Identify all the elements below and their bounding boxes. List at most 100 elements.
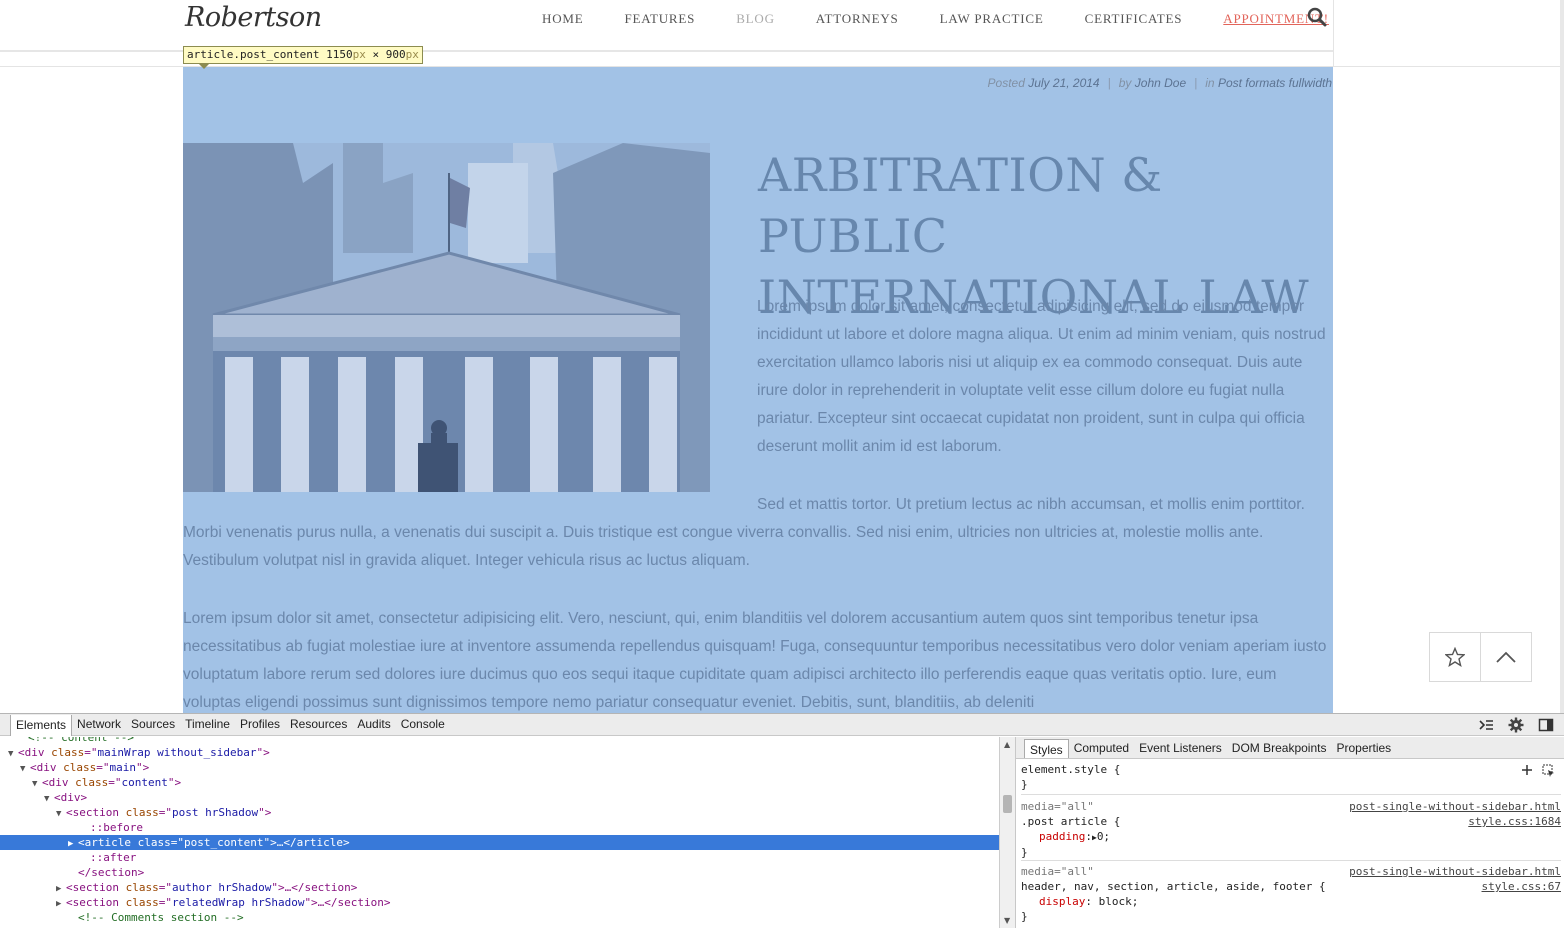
tab-dom-breakpoints[interactable]: DOM Breakpoints xyxy=(1227,737,1332,758)
rule-source-link[interactable]: style.css:1684 xyxy=(1468,814,1561,829)
nav-law-practice[interactable]: LAW PRACTICE xyxy=(940,11,1044,27)
dom-token: class xyxy=(125,881,159,894)
dom-node[interactable]: ▼ <div class="mainWrap without_sidebar"> xyxy=(0,745,999,760)
dom-token: post_content xyxy=(183,836,264,849)
dom-node[interactable]: ▼ <div class="content"> xyxy=(0,775,999,790)
nav-home[interactable]: HOME xyxy=(542,11,583,27)
tab-sources[interactable]: Sources xyxy=(126,714,180,736)
rule-selector[interactable]: element.style { xyxy=(1021,762,1561,777)
tab-resources[interactable]: Resources xyxy=(285,714,352,736)
rule-property[interactable]: display xyxy=(1021,895,1085,908)
rule-source-link[interactable]: style.css:67 xyxy=(1482,879,1561,894)
post-meta: Posted July 21, 2014 | by John Doe | in Post… xyxy=(988,76,1332,90)
rule-value[interactable]: block; xyxy=(1099,895,1139,908)
dom-token: ">…</section> xyxy=(271,881,358,894)
tab-profiles[interactable]: Profiles xyxy=(235,714,285,736)
post-article-highlighted[interactable]: Posted July 21, 2014 | by John Doe | in Post… xyxy=(183,67,1333,713)
site-logo[interactable]: Robertson xyxy=(185,2,322,33)
rule-source-link[interactable]: post-single-without-sidebar.html xyxy=(1349,799,1561,814)
dom-token: =" xyxy=(158,896,172,909)
dom-token: class xyxy=(137,836,171,849)
nav-certificates[interactable]: CERTIFICATES xyxy=(1085,11,1183,27)
dom-token: post hrShadow xyxy=(171,806,259,819)
tab-properties[interactable]: Properties xyxy=(1331,737,1396,758)
tab-event-listeners[interactable]: Event Listeners xyxy=(1134,737,1227,758)
dom-node[interactable]: ::after xyxy=(0,850,999,865)
tab-computed[interactable]: Computed xyxy=(1069,737,1134,758)
dom-node[interactable]: </section> xyxy=(0,865,999,880)
dom-node[interactable]: ▼ <section class="post hrShadow"> xyxy=(0,805,999,820)
nav-blog[interactable]: BLOG xyxy=(736,11,775,27)
post-paragraph: Sed et mattis tortor. Ut pretium lectus … xyxy=(183,496,1305,569)
scroll-up-arrow[interactable]: ▲ xyxy=(1004,740,1010,749)
dock-side-icon[interactable] xyxy=(1538,717,1554,733)
rule-value[interactable]: 0; xyxy=(1097,830,1110,843)
dom-node[interactable]: ▼ <div> xyxy=(0,790,999,805)
post-image-building xyxy=(183,143,710,492)
dom-token: "> xyxy=(136,761,150,774)
search-icon[interactable] xyxy=(1307,7,1327,27)
rule-property[interactable]: padding xyxy=(1021,830,1085,843)
dom-token: "> xyxy=(258,806,272,819)
console-drawer-icon[interactable] xyxy=(1478,717,1494,733)
meta-separator: | xyxy=(1194,76,1198,90)
dom-token: =" xyxy=(108,776,122,789)
style-rule-element: element.style { } xyxy=(1021,762,1561,795)
tooltip-times: × xyxy=(365,48,386,61)
dom-node[interactable]: <!-- content --> xyxy=(0,737,999,745)
dom-node[interactable]: ::before xyxy=(0,820,999,835)
dom-scrollbar-thumb[interactable] xyxy=(1003,795,1012,813)
tab-audits[interactable]: Audits xyxy=(352,714,395,736)
rule-selector[interactable]: header, nav, section, article, aside, fo… xyxy=(1021,879,1561,894)
add-rule-icon[interactable] xyxy=(1521,764,1533,776)
tooltip-unit: px xyxy=(352,48,366,61)
dom-token: ">…</section> xyxy=(304,896,391,909)
tab-console[interactable]: Console xyxy=(396,714,450,736)
bookmark-button[interactable] xyxy=(1430,633,1481,681)
dom-token: class xyxy=(51,746,85,759)
dom-token: content xyxy=(121,776,168,789)
dom-token: =" xyxy=(84,746,98,759)
styles-pane: Styles Computed Event Listeners DOM Brea… xyxy=(1015,737,1564,928)
tooltip-height: 900 xyxy=(385,48,406,61)
dom-node[interactable]: ▶ <section class="relatedWrap hrShadow">…… xyxy=(0,895,999,910)
dom-scrollbar[interactable]: ▲ ▼ xyxy=(999,737,1015,928)
dom-token: "> xyxy=(167,776,182,789)
dom-token: class xyxy=(63,761,97,774)
by-label: by xyxy=(1118,76,1132,90)
dom-token: ::before xyxy=(90,821,143,834)
post-date[interactable]: July 21, 2014 xyxy=(1028,76,1099,90)
rule-source-link[interactable]: post-single-without-sidebar.html xyxy=(1349,864,1561,879)
tooltip-unit: px xyxy=(405,48,419,61)
post-author[interactable]: John Doe xyxy=(1135,76,1186,90)
nav-attorneys[interactable]: ATTORNEYS xyxy=(816,11,899,27)
star-icon xyxy=(1444,647,1465,667)
scroll-top-button[interactable] xyxy=(1481,633,1532,681)
posted-label: Posted xyxy=(987,76,1025,90)
dom-tree[interactable]: <!-- content --> ▼ <div class="mainWrap wi… xyxy=(0,737,999,928)
gear-icon[interactable] xyxy=(1508,717,1524,733)
scroll-down-arrow[interactable]: ▼ xyxy=(1004,916,1010,925)
tab-elements[interactable]: Elements xyxy=(10,715,73,736)
dom-token: class xyxy=(125,806,159,819)
dom-token: <!-- content --> xyxy=(28,737,134,744)
dom-token: <!-- Comments section --> xyxy=(78,911,244,924)
devtools-controls xyxy=(1478,717,1554,733)
tab-styles[interactable]: Styles xyxy=(1024,739,1069,758)
dom-node[interactable]: <!-- Comments section --> xyxy=(0,910,999,925)
element-state-icon[interactable] xyxy=(1542,764,1555,777)
tab-timeline[interactable]: Timeline xyxy=(180,714,235,736)
post-paragraph: Lorem ipsum dolor sit amet, consectetur … xyxy=(757,298,1326,455)
post-category[interactable]: Post formats fullwidth xyxy=(1218,76,1332,90)
dom-node[interactable]: ▼ <div class="main"> xyxy=(0,760,999,775)
tooltip-width: 1150 xyxy=(326,48,353,61)
dom-token: relatedWrap hrShadow xyxy=(171,896,305,909)
inspector-tooltip: article.post_content 1150px × 900px xyxy=(183,46,423,64)
page-scrollbar[interactable] xyxy=(1560,0,1564,713)
nav-features[interactable]: FEATURES xyxy=(624,11,695,27)
tab-network[interactable]: Network xyxy=(72,714,126,736)
dom-token: <section xyxy=(66,806,126,819)
dom-token: =" xyxy=(158,806,172,819)
dom-node[interactable]: ▶ <section class="author hrShadow">…</sec… xyxy=(0,880,999,895)
dom-node-selected[interactable]: ▶ <article class="post_content">…</articl… xyxy=(0,835,999,850)
